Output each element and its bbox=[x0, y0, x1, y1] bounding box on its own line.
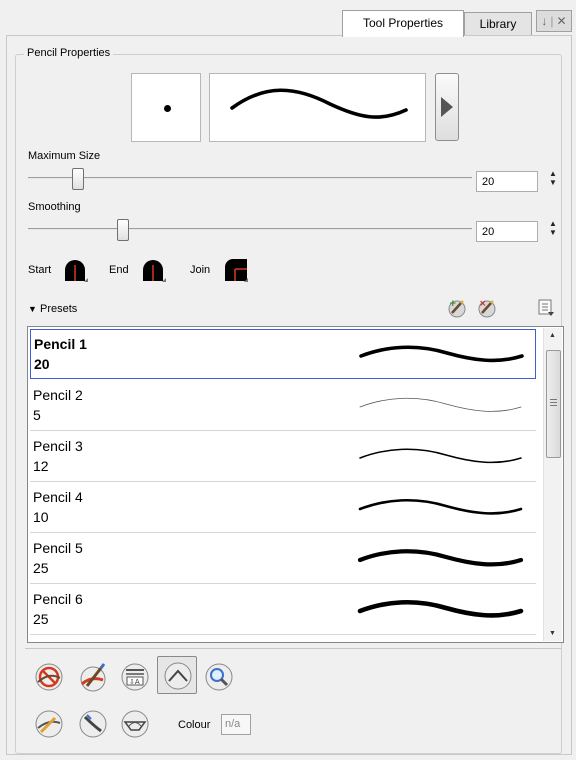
preset-size: 12 bbox=[33, 458, 49, 474]
tip-preview bbox=[131, 73, 201, 142]
preset-row[interactable]: Pencil 3 12 bbox=[30, 432, 536, 482]
preset-stroke bbox=[357, 599, 524, 618]
preset-stroke bbox=[359, 345, 524, 363]
stroke-shape-icon bbox=[164, 662, 192, 690]
preset-stroke bbox=[357, 549, 524, 567]
brush-color-button[interactable] bbox=[73, 658, 113, 696]
maximum-size-track bbox=[28, 177, 472, 179]
preset-row[interactable]: Pencil 1 20 bbox=[30, 329, 536, 379]
svg-text:×: × bbox=[479, 299, 487, 309]
arrange-layer-button[interactable]: ⇩A bbox=[115, 658, 155, 696]
preset-name: Pencil 4 bbox=[33, 489, 83, 505]
round-cap-start-icon[interactable] bbox=[63, 257, 89, 283]
colour-field[interactable]: n/a bbox=[221, 714, 251, 735]
preset-row[interactable]: Pencil 4 10 bbox=[30, 483, 536, 533]
stroke-preview-curve bbox=[230, 88, 408, 119]
new-preset-icon[interactable]: + bbox=[446, 298, 468, 318]
no-overlap-icon bbox=[35, 663, 63, 691]
presets-scrollbar[interactable]: ▲ ▼ bbox=[543, 328, 562, 641]
smoothing-track bbox=[28, 228, 472, 230]
preset-name: Pencil 1 bbox=[34, 336, 87, 352]
preset-row[interactable]: Pencil 5 25 bbox=[30, 534, 536, 584]
panel-controls[interactable]: ↓ | ✕ bbox=[536, 10, 572, 32]
pencil-stroke-icon bbox=[35, 710, 63, 738]
pressure-icon bbox=[79, 710, 107, 738]
preset-name: Pencil 5 bbox=[33, 540, 83, 556]
end-label: End bbox=[109, 264, 129, 276]
tip-dot bbox=[164, 105, 171, 112]
maximum-size-label: Maximum Size bbox=[28, 150, 101, 162]
play-arrow-button[interactable] bbox=[435, 73, 459, 141]
preset-stroke-preview bbox=[357, 549, 524, 567]
preset-size: 25 bbox=[33, 611, 49, 627]
tab-tool-properties[interactable]: Tool Properties bbox=[342, 10, 464, 37]
join-label: Join bbox=[190, 264, 211, 276]
collapse-triangle-icon: ▼ bbox=[28, 304, 37, 314]
smoothing-slider[interactable] bbox=[116, 219, 129, 241]
smoothing-label: Smoothing bbox=[28, 201, 81, 213]
play-triangle-icon bbox=[441, 97, 453, 117]
preset-size: 25 bbox=[33, 560, 49, 576]
tab-library[interactable]: Library bbox=[464, 12, 532, 35]
preset-stroke-preview bbox=[359, 397, 522, 412]
presets-label: Presets bbox=[39, 303, 78, 315]
svg-text:+: + bbox=[449, 299, 457, 309]
presets-list[interactable]: Pencil 1 20 Pencil 2 5 Pencil 3 12 Pencil 4 10 P… bbox=[27, 326, 564, 643]
smoothing-spinner[interactable]: ▲ ▼ bbox=[548, 219, 558, 237]
colour-label: Colour bbox=[178, 719, 211, 731]
start-label: Start bbox=[28, 264, 52, 276]
zoom-button[interactable] bbox=[199, 658, 239, 696]
preset-stroke-preview bbox=[359, 448, 522, 464]
preset-stroke bbox=[359, 448, 522, 464]
preset-stroke-preview bbox=[359, 345, 524, 363]
preset-stroke-preview bbox=[358, 498, 523, 515]
layer-order-icon: ⇩A bbox=[121, 663, 149, 691]
maximum-size-field[interactable]: 20 bbox=[476, 171, 538, 192]
separator bbox=[25, 648, 562, 649]
auto-flatten-button[interactable] bbox=[29, 658, 69, 696]
preset-stroke bbox=[359, 397, 522, 412]
smooth-tool-button[interactable] bbox=[157, 656, 197, 694]
preset-size: 10 bbox=[33, 509, 49, 525]
presets-header[interactable]: ▼ Presets bbox=[28, 303, 77, 315]
smoothing-field[interactable]: 20 bbox=[476, 221, 538, 242]
preset-row[interactable] bbox=[30, 636, 536, 642]
maximum-size-spinner[interactable]: ▲ ▼ bbox=[548, 169, 558, 187]
preset-stroke-preview bbox=[357, 599, 524, 618]
stroke-preview bbox=[209, 73, 426, 142]
round-join-icon[interactable] bbox=[223, 257, 249, 283]
contour-icon bbox=[121, 710, 149, 738]
pencil-properties-title: Pencil Properties bbox=[24, 47, 114, 59]
round-cap-end-icon[interactable] bbox=[141, 257, 167, 283]
svg-text:⇩A: ⇩A bbox=[129, 678, 140, 686]
delete-preset-icon[interactable]: × bbox=[476, 298, 498, 318]
preset-size: 20 bbox=[34, 356, 50, 372]
brush-palette-icon bbox=[80, 663, 106, 692]
pencil-brush-button[interactable] bbox=[29, 705, 69, 743]
preset-name: Pencil 2 bbox=[33, 387, 83, 403]
preset-row[interactable]: Pencil 2 5 bbox=[30, 381, 536, 431]
presets-menu-icon[interactable] bbox=[537, 298, 555, 318]
scroll-up-icon[interactable]: ▲ bbox=[549, 332, 556, 339]
contour-button[interactable] bbox=[115, 705, 155, 743]
pressure-button[interactable] bbox=[73, 705, 113, 743]
scrollbar-thumb[interactable] bbox=[546, 350, 561, 458]
preset-row[interactable]: Pencil 6 25 bbox=[30, 585, 536, 635]
magnifier-icon bbox=[205, 663, 233, 691]
preset-name: Pencil 6 bbox=[33, 591, 83, 607]
preset-name: Pencil 3 bbox=[33, 438, 83, 454]
preset-stroke bbox=[358, 498, 523, 515]
maximum-size-slider[interactable] bbox=[72, 168, 85, 190]
scroll-down-icon[interactable]: ▼ bbox=[549, 630, 556, 637]
preset-size: 5 bbox=[33, 407, 41, 423]
arrow-down-icon[interactable]: ↓ bbox=[541, 14, 547, 28]
close-icon[interactable]: ✕ bbox=[557, 14, 567, 28]
